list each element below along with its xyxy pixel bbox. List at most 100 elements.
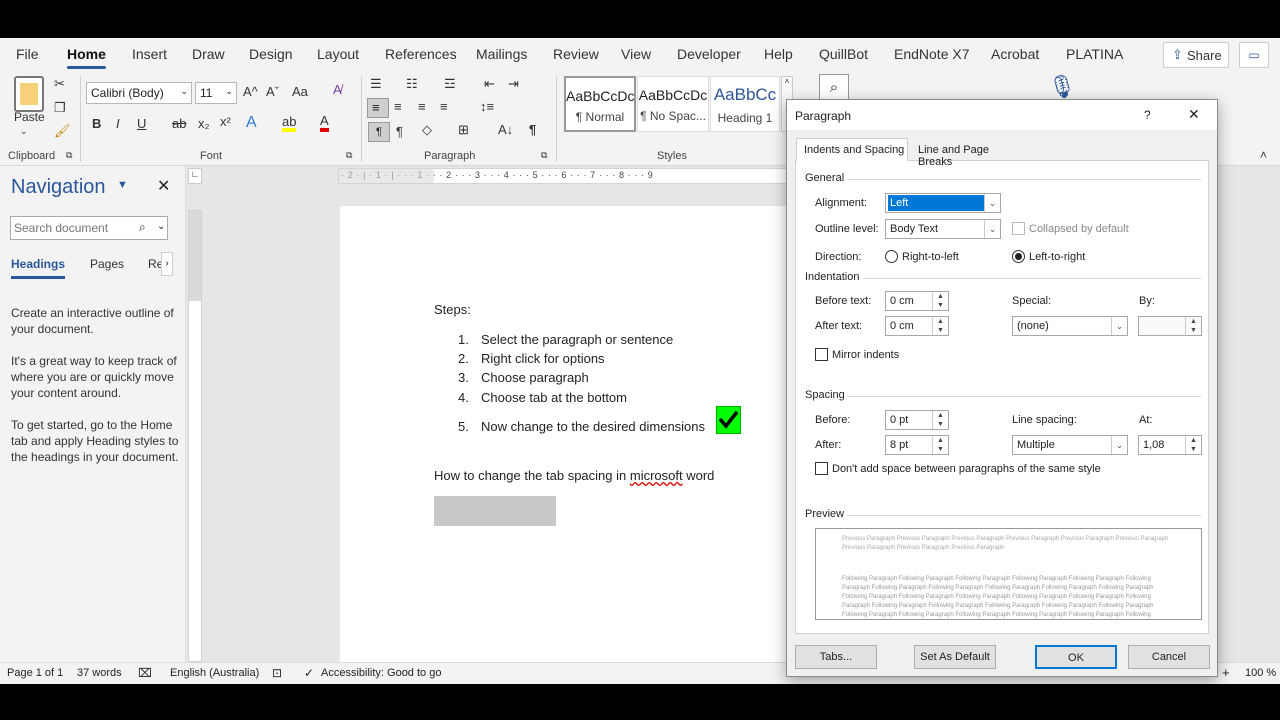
tab-help[interactable]: Help (764, 46, 793, 62)
list-item[interactable]: 3. Choose paragraph (458, 370, 758, 385)
document-page[interactable]: Steps: 1. Select the paragraph or sentenc… (340, 206, 800, 666)
tab-insert[interactable]: Insert (132, 46, 167, 62)
tab-design[interactable]: Design (249, 46, 293, 62)
tab-indents-spacing[interactable]: Indents and Spacing (796, 138, 908, 161)
shrink-font-icon[interactable]: Aˇ (266, 84, 279, 99)
spinner-arrows-icon[interactable]: ▲ ▼ (1185, 436, 1201, 454)
mirror-indents-checkbox[interactable] (815, 348, 828, 361)
accessibility-icon[interactable]: ✓ (304, 666, 314, 680)
text-effects-icon[interactable]: A (246, 114, 257, 132)
line-spacing-select[interactable]: Multiple ⌄ (1012, 435, 1128, 455)
show-formatting-icon[interactable]: ¶ (529, 122, 536, 137)
dont-add-space-checkbox[interactable] (815, 462, 828, 475)
tab-draw[interactable]: Draw (192, 46, 225, 62)
copy-icon[interactable]: ❐ (54, 100, 66, 116)
search-icon[interactable]: ⌕ (139, 220, 146, 235)
tab-endnote[interactable]: EndNote X7 (894, 46, 970, 62)
borders-icon[interactable]: ⊞ (458, 122, 469, 138)
align-right-icon[interactable]: ≡ (418, 99, 426, 114)
tab-quillbot[interactable]: QuillBot (819, 46, 868, 62)
by-spinner[interactable]: ▲ ▼ (1138, 316, 1202, 336)
rtl-direction-icon[interactable]: ¶ (396, 124, 403, 139)
spinner-arrows-icon[interactable]: ▲ ▼ (932, 411, 948, 429)
tab-pages[interactable]: Pages (90, 257, 124, 271)
bold-button[interactable]: B (92, 116, 101, 131)
list-item[interactable]: 5. Now change to the desired dimensions (458, 419, 758, 434)
align-left-button[interactable]: ≡ (367, 98, 389, 118)
paste-icon[interactable] (14, 76, 44, 112)
vertical-ruler[interactable] (188, 210, 202, 662)
set-as-default-button[interactable]: Set As Default (914, 645, 996, 669)
dictate-icon[interactable]: 🎙 (1048, 74, 1076, 100)
style-heading-1[interactable]: AaBbCc Heading 1 (710, 76, 780, 132)
grow-font-icon[interactable]: A^ (243, 84, 258, 99)
ltr-direction-icon[interactable]: ¶ (368, 122, 390, 142)
list-item[interactable]: 2. Right click for options (458, 351, 758, 366)
nav-options-icon[interactable]: ▼ (117, 179, 128, 191)
comments-icon[interactable]: ▭ (1239, 42, 1269, 68)
ltr-radio[interactable] (1012, 250, 1025, 263)
font-size-combo[interactable]: 11 ⌄ (195, 82, 237, 104)
after-spinner[interactable]: 8 pt ▲ ▼ (885, 435, 949, 455)
tab-selector-icon[interactable]: ∟ (188, 168, 202, 184)
sort-icon[interactable]: A↓ (498, 122, 513, 137)
highlight-icon[interactable]: ab (282, 115, 297, 132)
subscript-button[interactable]: x₂ (198, 116, 210, 131)
tab-review[interactable]: Review (553, 46, 599, 62)
dialog-titlebar[interactable]: Paragraph ? ✕ (787, 100, 1217, 130)
outline-level-select[interactable]: Body Text ⌄ (885, 219, 1001, 239)
underline-button[interactable]: U (137, 116, 146, 131)
special-select[interactable]: (none) ⌄ (1012, 316, 1128, 336)
bullets-icon[interactable]: ☰ (370, 76, 382, 92)
tabs-button[interactable]: Tabs... (795, 645, 877, 669)
decrease-indent-icon[interactable]: ⇤ (484, 76, 495, 92)
tab-acrobat[interactable]: Acrobat (991, 46, 1039, 62)
after-text-spinner[interactable]: 0 cm ▲ ▼ (885, 316, 949, 336)
ok-button[interactable]: OK (1035, 645, 1117, 669)
tab-view[interactable]: View (621, 46, 651, 62)
style-normal[interactable]: AaBbCcDc ¶ Normal (564, 76, 636, 132)
style-no-spacing[interactable]: AaBbCcDc ¶ No Spac... (637, 76, 709, 132)
close-icon[interactable]: ✕ (1188, 106, 1200, 123)
tab-platina[interactable]: PLATINA (1066, 46, 1123, 62)
zoom-level[interactable]: 100 % (1245, 667, 1276, 679)
search-document-input[interactable]: Search document ⌕ ⌄ (10, 216, 168, 240)
justify-icon[interactable]: ≡ (440, 99, 448, 114)
collapsed-checkbox[interactable] (1012, 222, 1025, 235)
align-center-icon[interactable]: ≡ (394, 99, 402, 114)
close-icon[interactable]: ✕ (157, 176, 170, 196)
paragraph-launcher-icon[interactable]: ⧉ (541, 150, 547, 161)
shading-icon[interactable]: ◇ (422, 122, 432, 138)
spinner-arrows-icon[interactable]: ▲ ▼ (932, 292, 948, 310)
accessibility-status[interactable]: Accessibility: Good to go (321, 667, 441, 679)
find-icon[interactable]: ⌕ (819, 74, 849, 102)
tab-line-page-breaks[interactable]: Line and Page Breaks (910, 140, 1026, 168)
word-count[interactable]: 37 words (77, 667, 122, 679)
format-painter-icon[interactable]: 🖌 (54, 123, 71, 139)
before-text-spinner[interactable]: 0 cm ▲ ▼ (885, 291, 949, 311)
clear-formatting-icon[interactable]: A̸ (333, 82, 342, 97)
share-button[interactable]: ⇪ Share (1163, 42, 1229, 68)
horizontal-ruler[interactable]: · 2 · | · 1 · | · · · 1 · · · 2 · · · 3 … (338, 168, 788, 184)
cut-icon[interactable]: ✂ (54, 76, 65, 92)
increase-indent-icon[interactable]: ⇥ (508, 76, 519, 92)
alignment-select[interactable]: Left ⌄ (885, 193, 1001, 213)
chevron-right-icon[interactable]: › (161, 252, 173, 276)
superscript-button[interactable]: x² (220, 114, 231, 129)
multilevel-list-icon[interactable]: ☲ (444, 76, 456, 92)
spinner-arrows-icon[interactable]: ▲ ▼ (932, 436, 948, 454)
numbering-icon[interactable]: ☷ (406, 76, 418, 92)
collapse-ribbon-icon[interactable]: ˄ (1260, 148, 1267, 162)
paste-button[interactable]: Paste (14, 110, 45, 124)
help-icon[interactable]: ? (1144, 108, 1151, 122)
list-item[interactable]: 1. Select the paragraph or sentence (458, 332, 758, 347)
clipboard-launcher-icon[interactable]: ⧉ (66, 150, 72, 161)
tab-layout[interactable]: Layout (317, 46, 359, 62)
tab-mailings[interactable]: Mailings (476, 46, 527, 62)
page-count[interactable]: Page 1 of 1 (7, 667, 63, 679)
tab-file[interactable]: File (16, 46, 39, 62)
font-launcher-icon[interactable]: ⧉ (346, 150, 352, 161)
before-spinner[interactable]: 0 pt ▲ ▼ (885, 410, 949, 430)
paste-dropdown-icon[interactable]: ⌄ (20, 126, 28, 137)
at-spinner[interactable]: 1,08 ▲ ▼ (1138, 435, 1202, 455)
